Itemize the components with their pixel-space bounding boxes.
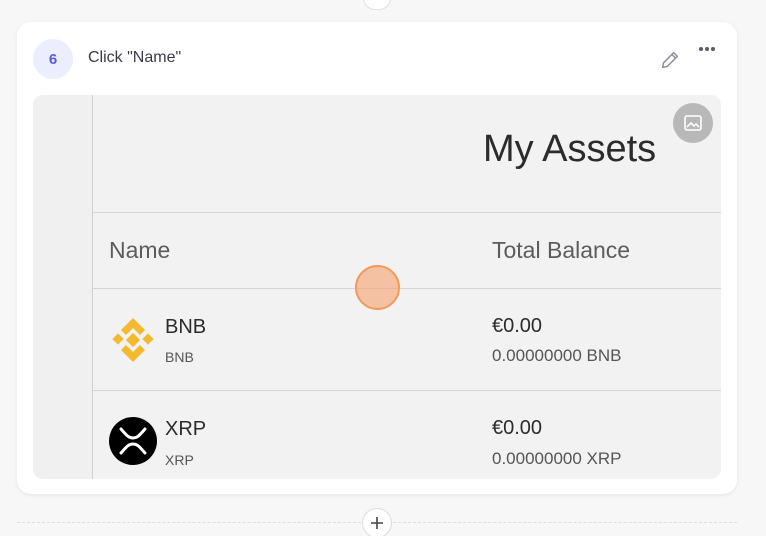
step-number-badge: 6 <box>33 39 73 79</box>
asset-crypto-balance: 0.00000000 XRP <box>492 449 622 468</box>
divider <box>93 288 721 289</box>
pencil-icon[interactable] <box>659 49 681 71</box>
page-title: My Assets <box>483 128 657 170</box>
image-edit-icon[interactable] <box>673 103 713 143</box>
asset-symbol: BNB <box>165 349 194 365</box>
asset-fiat-balance: €0.00 <box>492 315 543 337</box>
add-step-button[interactable] <box>362 508 392 536</box>
divider <box>93 212 721 213</box>
asset-symbol: XRP <box>165 452 194 468</box>
step-card: 6 Click "Name" My Assets Name Total Bala… <box>17 22 737 494</box>
xrp-icon <box>109 417 157 465</box>
step-screenshot: My Assets Name Total Balance BNB BNB €0.… <box>33 95 721 479</box>
divider <box>93 390 721 391</box>
column-header-total-balance[interactable]: Total Balance <box>492 237 630 264</box>
app-sidebar <box>33 95 93 479</box>
add-step-top-button[interactable] <box>363 0 391 10</box>
bnb-icon <box>112 318 154 362</box>
guide-page: 6 Click "Name" My Assets Name Total Bala… <box>0 0 766 536</box>
asset-name: XRP <box>165 418 207 440</box>
plus-icon <box>371 517 383 529</box>
column-header-name[interactable]: Name <box>109 237 170 264</box>
click-marker <box>355 265 400 310</box>
asset-fiat-balance: €0.00 <box>492 417 543 439</box>
more-horizontal-icon[interactable] <box>696 42 718 56</box>
asset-crypto-balance: 0.00000000 BNB <box>492 346 622 365</box>
step-instruction: Click "Name" <box>88 49 182 66</box>
asset-name: BNB <box>165 316 207 338</box>
